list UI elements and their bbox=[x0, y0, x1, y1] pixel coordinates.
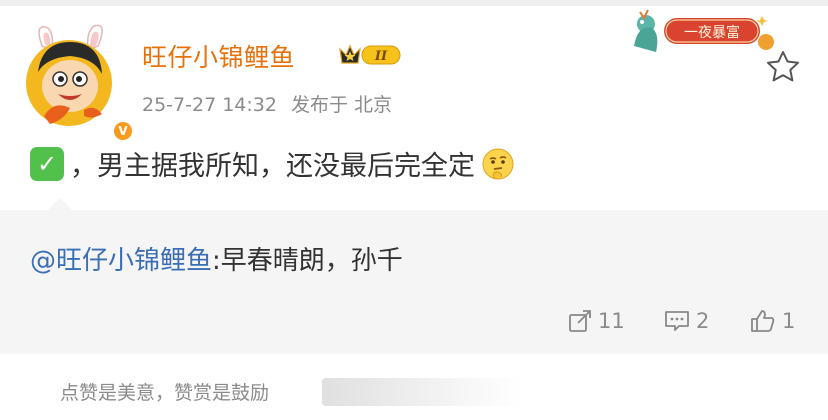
like-button[interactable]: 1 bbox=[750, 306, 795, 336]
comment-button[interactable]: 2 bbox=[664, 306, 709, 336]
reward-text: 点赞是美意，赞赏是鼓励 bbox=[60, 382, 270, 404]
forward-button[interactable]: 11 bbox=[568, 306, 625, 336]
thumb-up-icon bbox=[751, 310, 775, 332]
section-divider bbox=[0, 354, 828, 364]
festival-decoration-icon: 一夜暴富 bbox=[634, 9, 774, 52]
like-count: 1 bbox=[782, 309, 796, 333]
forward-icon bbox=[569, 310, 591, 332]
level-badge-text: II bbox=[374, 49, 388, 64]
post-text: ，男主据我所知，还没最后完全定 bbox=[70, 151, 475, 182]
avatar-image bbox=[26, 24, 112, 126]
decoration-label: 一夜暴富 bbox=[684, 24, 740, 41]
repost-pointer bbox=[48, 198, 72, 210]
check-mark-emoji-icon: ✓ bbox=[30, 146, 64, 181]
level-badge-icon[interactable]: II bbox=[338, 43, 402, 67]
forward-count: 11 bbox=[598, 309, 625, 333]
repost-body: :早春晴朗，孙千 bbox=[212, 246, 403, 276]
post-meta: 25-7-27 14:32 发布于 北京 bbox=[142, 90, 392, 117]
blurred-watermark bbox=[322, 378, 522, 406]
avatar[interactable]: V bbox=[24, 24, 134, 142]
post-content: ✓ ，男主据我所知，还没最后完全定 bbox=[30, 144, 515, 183]
thinking-face-emoji-icon bbox=[482, 148, 514, 179]
star-outline-icon[interactable] bbox=[766, 50, 800, 82]
verified-badge-icon: V bbox=[112, 120, 134, 142]
username[interactable]: 旺仔小锦鲤鱼 bbox=[142, 38, 295, 74]
repost-text[interactable]: @旺仔小锦鲤鱼:早春晴朗，孙千 bbox=[30, 240, 403, 277]
comment-count: 2 bbox=[696, 309, 710, 333]
post-timestamp: 25-7-27 14:32 bbox=[142, 94, 277, 116]
post-location: 发布于 北京 bbox=[290, 94, 392, 116]
repost-mention[interactable]: @旺仔小锦鲤鱼 bbox=[30, 246, 212, 276]
comment-icon bbox=[665, 311, 689, 331]
